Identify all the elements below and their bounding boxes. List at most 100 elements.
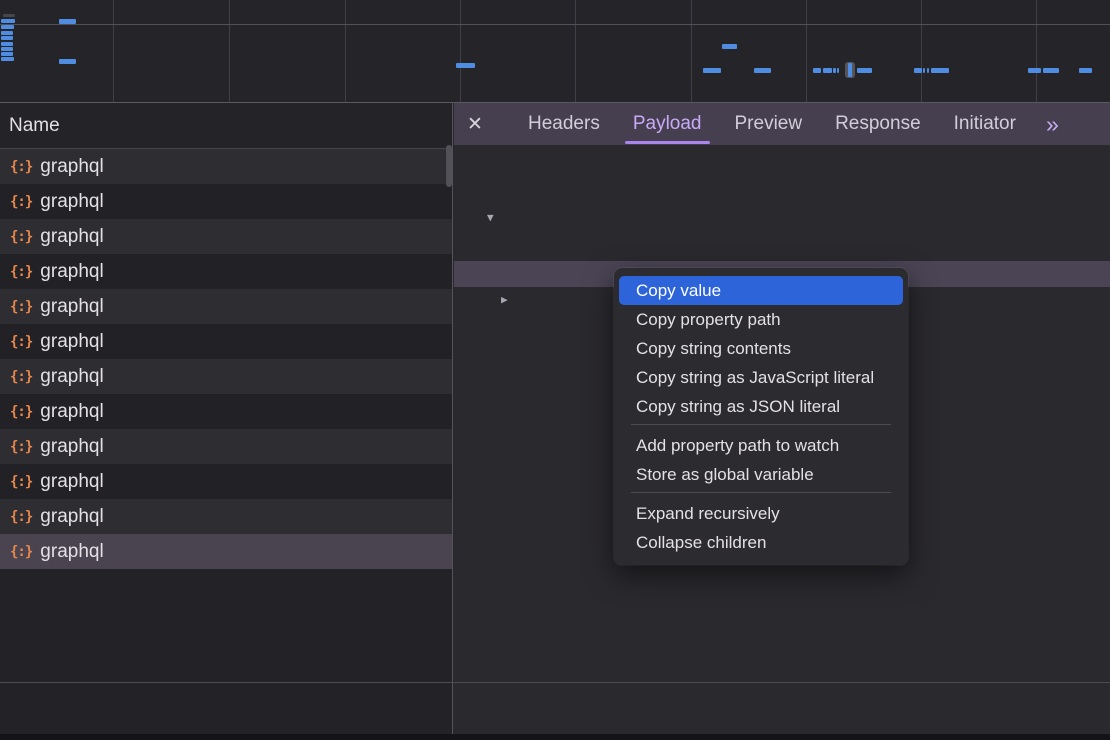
waterfall-bar xyxy=(823,68,832,73)
json-braces-icon: {:} xyxy=(10,299,32,315)
request-row[interactable]: {:} graphql xyxy=(0,324,452,359)
tab-response[interactable]: Response xyxy=(835,103,921,145)
more-tabs-icon[interactable]: » xyxy=(1046,103,1059,145)
waterfall-bar xyxy=(931,68,949,73)
request-row-selected[interactable]: {:} graphql xyxy=(0,534,452,569)
waterfall-bar xyxy=(59,19,76,24)
overview-gridline xyxy=(1036,0,1037,102)
request-name: graphql xyxy=(40,296,103,318)
window-bottom-edge xyxy=(0,734,1110,740)
json-braces-icon: {:} xyxy=(10,474,32,490)
waterfall-bar xyxy=(1,31,13,35)
request-name: graphql xyxy=(40,226,103,248)
overview-hline xyxy=(0,24,1110,25)
waterfall-bar xyxy=(1,57,14,61)
request-name: graphql xyxy=(40,261,103,283)
menu-item-collapse-children[interactable]: Collapse children xyxy=(619,528,903,557)
json-braces-icon: {:} xyxy=(10,369,32,385)
request-name: graphql xyxy=(40,401,103,423)
waterfall-bar xyxy=(1028,68,1041,73)
waterfall-bar xyxy=(837,68,839,73)
json-braces-icon: {:} xyxy=(10,194,32,210)
menu-item-store-as-global-variable[interactable]: Store as global variable xyxy=(619,460,903,489)
name-column-header[interactable]: Name xyxy=(0,103,452,149)
request-name: graphql xyxy=(40,436,103,458)
footer-divider xyxy=(0,682,1110,683)
menu-item-copy-string-json-literal[interactable]: Copy string as JSON literal xyxy=(619,392,903,421)
network-overview-waterfall[interactable] xyxy=(0,0,1110,103)
json-braces-icon: {:} xyxy=(10,509,32,525)
request-row[interactable]: {:} graphql xyxy=(0,499,452,534)
waterfall-bar xyxy=(923,68,925,73)
json-braces-icon: {:} xyxy=(10,334,32,350)
menu-item-copy-string-js-literal[interactable]: Copy string as JavaScript literal xyxy=(619,363,903,392)
overview-gridline xyxy=(575,0,576,102)
request-row[interactable]: {:} graphql xyxy=(0,254,452,289)
request-list: {:} graphql {:} graphql {:} graphql {:} graphql… xyxy=(0,149,452,569)
overview-gridline xyxy=(345,0,346,102)
request-row[interactable]: {:} graphql xyxy=(0,219,452,254)
detail-tab-bar: ✕ Headers Payload Preview Response Initi… xyxy=(454,103,1110,145)
waterfall-bar xyxy=(754,68,771,73)
expand-triangle-icon[interactable]: ▶ xyxy=(501,287,508,313)
request-row[interactable]: {:} graphql xyxy=(0,289,452,324)
waterfall-bar xyxy=(1,19,15,23)
menu-separator xyxy=(631,492,891,493)
json-braces-icon: {:} xyxy=(10,264,32,280)
payload-root-row[interactable]: ▼ {operationName: "ipFlowTimeseries", va… xyxy=(454,205,1110,231)
overview-gridline xyxy=(229,0,230,102)
request-row[interactable]: {:} graphql xyxy=(0,359,452,394)
waterfall-bar xyxy=(1,42,13,46)
waterfall-bar xyxy=(833,68,836,73)
menu-item-expand-recursively[interactable]: Expand recursively xyxy=(619,499,903,528)
request-payload-section-header: ▾Request Payloadview source xyxy=(468,167,1110,193)
json-braces-icon: {:} xyxy=(10,544,32,560)
waterfall-bar xyxy=(813,68,821,73)
json-braces-icon: {:} xyxy=(10,404,32,420)
waterfall-bar xyxy=(1,25,14,29)
context-menu: Copy value Copy property path Copy strin… xyxy=(614,268,908,565)
json-braces-icon: {:} xyxy=(10,439,32,455)
request-list-panel: Name {:}graphql{:}graphql{:}graphql{:}gr… xyxy=(0,103,453,734)
tab-headers[interactable]: Headers xyxy=(528,103,600,145)
tab-initiator[interactable]: Initiator xyxy=(954,103,1016,145)
waterfall-bar xyxy=(1,36,13,40)
waterfall-bar xyxy=(927,68,929,73)
request-name: graphql xyxy=(40,331,103,353)
waterfall-bar xyxy=(1079,68,1092,73)
devtools-network-panel: Name {:}graphql{:}graphql{:}graphql{:}gr… xyxy=(0,0,1110,740)
overview-gridline xyxy=(691,0,692,102)
overview-gridline xyxy=(806,0,807,102)
request-row[interactable]: {:} graphql xyxy=(0,394,452,429)
waterfall-bar xyxy=(857,68,872,73)
waterfall-bar xyxy=(914,68,922,73)
request-name: graphql xyxy=(40,541,103,563)
json-braces-icon: {:} xyxy=(10,229,32,245)
menu-item-copy-property-path[interactable]: Copy property path xyxy=(619,305,903,334)
tab-payload[interactable]: Payload xyxy=(633,103,702,145)
tab-preview[interactable]: Preview xyxy=(735,103,803,145)
request-name: graphql xyxy=(40,366,103,388)
waterfall-bar xyxy=(1043,68,1059,73)
waterfall-bar xyxy=(722,44,737,49)
request-name: graphql xyxy=(40,471,103,493)
json-braces-icon: {:} xyxy=(10,159,32,175)
request-name: graphql xyxy=(40,506,103,528)
close-icon[interactable]: ✕ xyxy=(467,113,495,136)
menu-item-add-property-path-to-watch[interactable]: Add property path to watch xyxy=(619,431,903,460)
waterfall-bar xyxy=(1,52,13,56)
waterfall-bar xyxy=(59,59,76,64)
request-row[interactable]: {:}graphql xyxy=(0,184,452,219)
scrollbar-thumb[interactable] xyxy=(446,145,452,187)
waterfall-bar xyxy=(3,14,15,17)
request-row[interactable]: {:} graphql xyxy=(0,464,452,499)
menu-item-copy-string-contents[interactable]: Copy string contents xyxy=(619,334,903,363)
waterfall-bar xyxy=(703,68,721,73)
menu-item-copy-value[interactable]: Copy value xyxy=(619,276,903,305)
menu-separator xyxy=(631,424,891,425)
waterfall-bar xyxy=(1,47,13,51)
payload-operationname-row[interactable]: operationName: "ipFlowTimeseries" xyxy=(454,232,1110,258)
request-row[interactable]: {:}graphql xyxy=(0,149,452,184)
collapse-triangle-icon[interactable]: ▼ xyxy=(487,205,494,231)
request-row[interactable]: {:} graphql xyxy=(0,429,452,464)
